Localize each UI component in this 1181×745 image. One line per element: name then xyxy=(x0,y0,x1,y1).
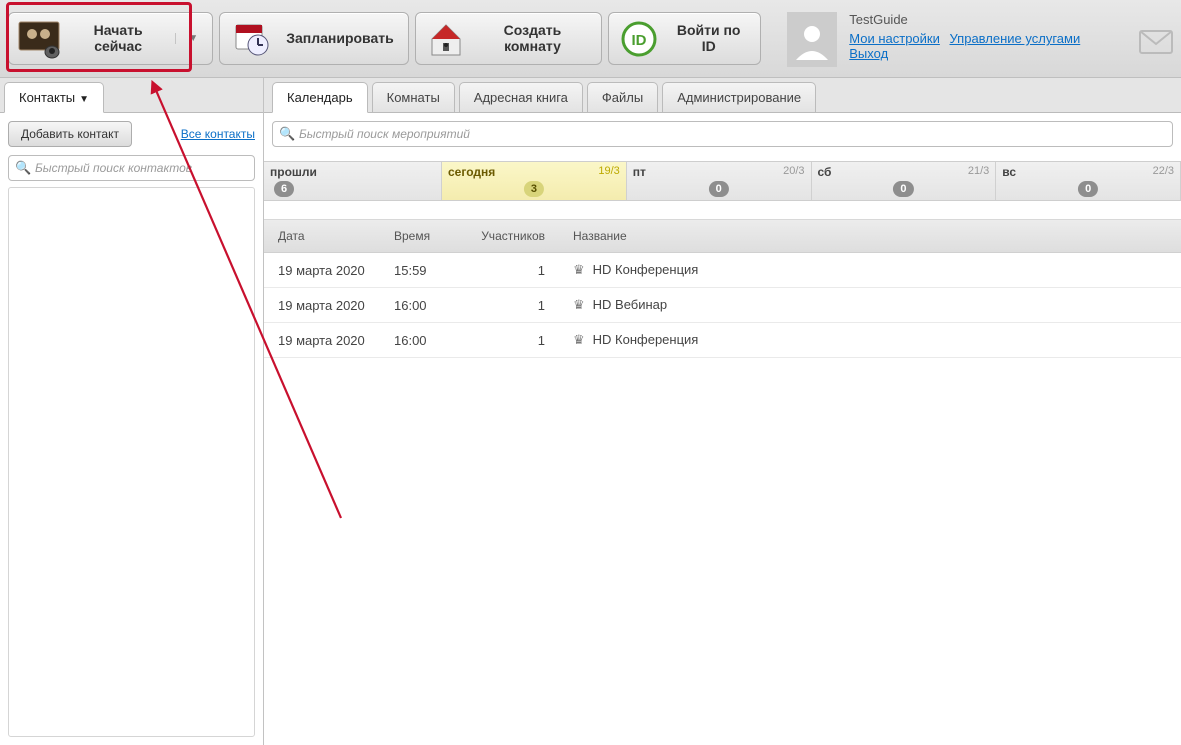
tab-rooms[interactable]: Комнаты xyxy=(372,82,455,112)
event-participants: 1 xyxy=(464,333,559,348)
avatar xyxy=(787,12,837,67)
create-room-button[interactable]: Создать комнату xyxy=(415,12,602,65)
add-contact-button[interactable]: Добавить контакт xyxy=(8,121,132,147)
event-row[interactable]: 19 марта 202016:001♛HD Конференция xyxy=(264,323,1181,358)
date-bar: прошли 6 сегодня 19/3 3 пт 20/3 0 сб 21/3 0 вс 22/3 0 xyxy=(264,161,1181,201)
house-lock-icon xyxy=(424,19,468,59)
create-room-label: Создать комнату xyxy=(478,23,587,54)
date-cell-date: 22/3 xyxy=(1153,165,1174,177)
contacts-tab[interactable]: Контакты ▼ xyxy=(4,82,104,113)
mail-icon[interactable] xyxy=(1139,28,1173,56)
date-cell[interactable]: сб 21/3 0 xyxy=(812,162,997,200)
event-table: Дата Время Участников Название 19 марта … xyxy=(264,219,1181,358)
logout-link[interactable]: Выход xyxy=(849,46,888,61)
join-by-id-button[interactable]: ID Войти по ID xyxy=(608,12,761,65)
join-by-id-label: Войти по ID xyxy=(671,23,746,54)
event-row[interactable]: 19 марта 202015:591♛HD Конференция xyxy=(264,253,1181,288)
contacts-tab-label: Контакты xyxy=(19,90,75,105)
main-panel: Календарь Комнаты Адресная книга Файлы А… xyxy=(264,78,1181,745)
all-contacts-link[interactable]: Все контакты xyxy=(181,127,255,141)
col-header-time: Время xyxy=(394,229,464,243)
date-cell-count: 3 xyxy=(524,181,544,197)
tab-calendar[interactable]: Календарь xyxy=(272,82,368,113)
date-cell-date: 20/3 xyxy=(783,165,804,177)
event-participants: 1 xyxy=(464,298,559,313)
date-cell-label: прошли xyxy=(270,165,317,179)
my-settings-link[interactable]: Мои настройки xyxy=(849,31,940,46)
event-date: 19 марта 2020 xyxy=(264,298,394,313)
event-time: 16:00 xyxy=(394,333,464,348)
event-row[interactable]: 19 марта 202016:001♛HD Вебинар xyxy=(264,288,1181,323)
manage-services-link[interactable]: Управление услугами xyxy=(950,31,1081,46)
sidebar: Контакты▼ Добавить контакт Все контакты … xyxy=(0,78,264,745)
event-name: ♛HD Конференция xyxy=(559,262,1181,278)
tab-files[interactable]: Файлы xyxy=(587,82,658,112)
contacts-search-input[interactable] xyxy=(8,155,255,181)
crown-icon: ♛ xyxy=(573,297,585,312)
col-header-participants: Участников xyxy=(464,229,559,243)
start-now-icon xyxy=(17,19,65,59)
date-cell-label: сб xyxy=(818,165,832,179)
schedule-button[interactable]: Запланировать xyxy=(219,12,409,65)
id-icon: ID xyxy=(617,19,661,59)
date-cell[interactable]: сегодня 19/3 3 xyxy=(442,162,627,200)
crown-icon: ♛ xyxy=(573,262,585,277)
chevron-down-icon: ▼ xyxy=(79,94,89,105)
schedule-label: Запланировать xyxy=(286,31,394,46)
tab-admin[interactable]: Администрирование xyxy=(662,82,816,112)
event-date: 19 марта 2020 xyxy=(264,263,394,278)
calendar-clock-icon xyxy=(228,19,276,59)
search-icon: 🔍 xyxy=(279,126,295,142)
event-date: 19 марта 2020 xyxy=(264,333,394,348)
date-cell[interactable]: прошли 6 xyxy=(264,162,442,200)
crown-icon: ♛ xyxy=(573,332,585,347)
date-cell-label: пт xyxy=(633,165,646,179)
date-cell-label: вс xyxy=(1002,165,1016,179)
event-name: ♛HD Конференция xyxy=(559,332,1181,348)
date-cell-date: 19/3 xyxy=(598,165,619,177)
svg-text:ID: ID xyxy=(632,32,647,49)
events-search-input[interactable] xyxy=(272,121,1173,147)
col-header-date: Дата xyxy=(264,229,394,243)
tab-address-book[interactable]: Адресная книга xyxy=(459,82,583,112)
user-name: TestGuide xyxy=(849,12,1109,27)
start-now-button[interactable]: Начать сейчас ▼ xyxy=(8,12,213,65)
date-cell-date: 21/3 xyxy=(968,165,989,177)
date-cell[interactable]: вс 22/3 0 xyxy=(996,162,1181,200)
chevron-down-icon[interactable]: ▼ xyxy=(175,33,198,44)
event-name: ♛HD Вебинар xyxy=(559,297,1181,313)
start-now-label: Начать сейчас xyxy=(75,23,161,54)
event-time: 15:59 xyxy=(394,263,464,278)
date-cell-count: 6 xyxy=(274,181,294,197)
user-panel: TestGuide Мои настройки Управление услуг… xyxy=(767,12,1173,65)
event-time: 16:00 xyxy=(394,298,464,313)
date-cell-count: 0 xyxy=(709,181,729,197)
date-cell-count: 0 xyxy=(1078,181,1098,197)
col-header-name: Название xyxy=(559,229,1181,243)
date-cell-count: 0 xyxy=(893,181,913,197)
date-cell-label: сегодня xyxy=(448,165,495,179)
toolbar: Начать сейчас ▼ Запланировать Создать ко… xyxy=(0,0,1181,78)
user-links: TestGuide Мои настройки Управление услуг… xyxy=(849,12,1109,61)
search-icon: 🔍 xyxy=(15,160,31,176)
contact-list xyxy=(8,187,255,737)
event-participants: 1 xyxy=(464,263,559,278)
date-cell[interactable]: пт 20/3 0 xyxy=(627,162,812,200)
